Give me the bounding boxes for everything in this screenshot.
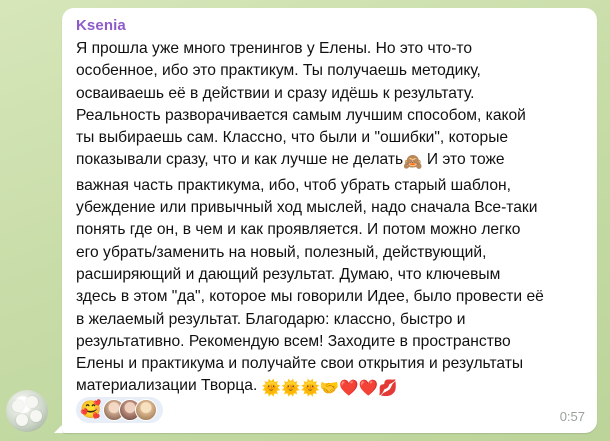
message-line: здесь в этом "да", которое мы говорили И… [76, 288, 544, 306]
message-bubble[interactable]: Ksenia Я прошла уже много тренингов у Ел… [62, 8, 597, 433]
flower-petal [16, 414, 28, 426]
message-line: его убрать/заменить на новый, полезный, … [76, 243, 487, 261]
message-time: 0:57 [559, 409, 585, 424]
message-line: в желаемый результат. Благодарю: классно… [76, 310, 466, 328]
message-line: осваиваешь её в действии и сразу идёшь к… [76, 84, 475, 102]
message-line: особенное, ибо это практикум. Ты получае… [76, 62, 481, 80]
user-avatar-3-icon [135, 399, 158, 421]
message-line-part: И это тоже [422, 151, 505, 169]
flower-petal [26, 396, 38, 408]
message-line: ты выбираешь сам. Классно, что были и "о… [76, 129, 509, 147]
monkey-emoji-icon: 🙈 [403, 154, 423, 172]
smiling-face-with-hearts-icon: 🥰 [80, 400, 102, 419]
message-line: Я прошла уже много тренингов у Елены. Но… [76, 40, 473, 57]
message-line: понять где он, в чем и как проявляется. … [76, 221, 521, 239]
reaction-chip[interactable]: 🥰 [76, 397, 164, 423]
message-line: расширяющий и дающий результат. Думаю, ч… [76, 265, 501, 283]
message-line: результативно. Рекомендую всем! Заходите… [76, 332, 511, 350]
message-line: убеждение или привычный ход мыслей, надо… [76, 199, 538, 217]
message-line: показывали сразу, что и как лучше не дел… [76, 149, 581, 174]
reactions-row: 🥰 [76, 397, 164, 423]
message-line-part: материализации Творца. [76, 377, 258, 395]
flower-petal [12, 400, 24, 412]
trailing-emojis-icon: 🌞🌞🌞🤝❤️❤️💋 [261, 380, 398, 398]
sender-name[interactable]: Ksenia [76, 17, 126, 34]
flower-petal [30, 410, 42, 422]
message-line-part: показывали сразу, что и как лучше не дел… [76, 151, 404, 169]
message-line: важная часть практикума, ибо, чтоб убрат… [76, 176, 511, 194]
message-line: Елены и практикума и получайте свои откр… [76, 355, 524, 373]
message-line: Реальность разворачивается самым лучшим … [76, 106, 526, 124]
message-text: Я прошла уже много тренингов у Елены. Но… [76, 38, 581, 401]
sender-avatar[interactable] [6, 390, 48, 432]
